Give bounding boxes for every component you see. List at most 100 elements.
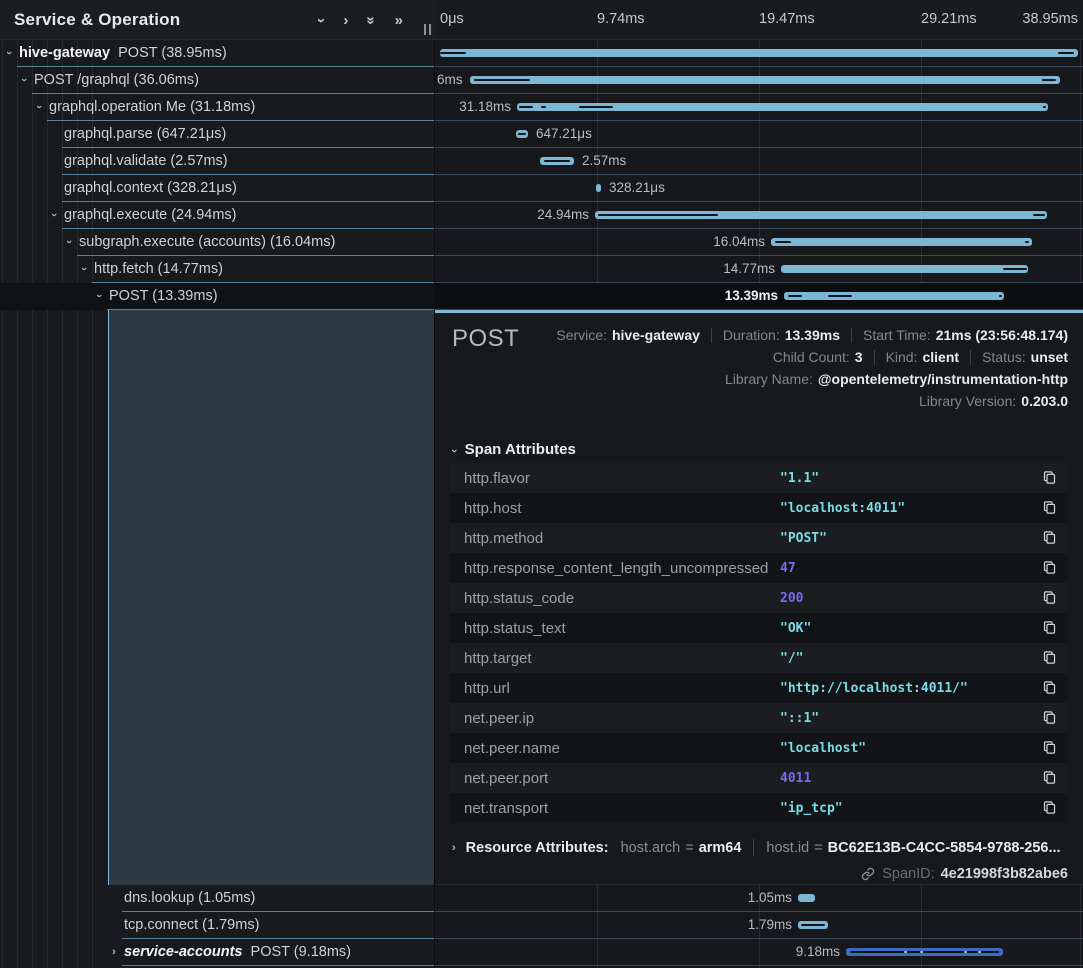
span-bar[interactable] <box>784 292 1004 300</box>
attribute-value: "http://localhost:4011/" <box>780 681 968 696</box>
attribute-row: http.url "http://localhost:4011/" <box>450 673 1068 703</box>
attribute-row: http.flavor"1.1" <box>450 463 1068 493</box>
span-tree-row[interactable]: › POST /graphql (36.06ms) <box>0 67 435 94</box>
span-name-label: tcp.connect (1.79ms) <box>124 917 259 933</box>
attribute-key: http.url <box>464 680 510 697</box>
span-bar[interactable] <box>517 103 1048 111</box>
span-tree-row[interactable]: ›hive-gateway POST (38.95ms) <box>0 40 435 67</box>
span-tree-row[interactable]: ›POST (13.39ms) <box>0 283 435 310</box>
attribute-value: "localhost" <box>780 741 866 756</box>
span-tree-row[interactable]: › graphql.operation Me (31.18ms) <box>0 94 435 121</box>
chevron-down-icon[interactable]: › <box>33 100 45 114</box>
span-bar[interactable] <box>798 921 828 929</box>
span-tree-row[interactable]: ›graphql.execute (24.94ms) <box>0 202 435 229</box>
attribute-key: net.peer.port <box>464 770 548 787</box>
copy-icon[interactable] <box>1042 800 1058 816</box>
copy-icon[interactable] <box>1042 650 1058 666</box>
span-name-label: graphql.context (328.21μs) <box>64 180 237 196</box>
attribute-row: http.status_text"OK" <box>450 613 1068 643</box>
span-attributes-toggle[interactable]: ›Span Attributes <box>452 441 576 458</box>
collapse-all-icon[interactable]: » <box>364 16 379 24</box>
timeline-row[interactable]: 1.79ms <box>435 912 1083 939</box>
meta-value: 3 <box>855 349 863 365</box>
timeline-row[interactable]: 328.21μs <box>435 175 1083 202</box>
timeline-row[interactable]: 31.18ms <box>435 94 1083 121</box>
attribute-key: net.peer.ip <box>464 710 534 727</box>
copy-icon[interactable] <box>1042 470 1058 486</box>
attribute-row: http.host"localhost:4011" <box>450 493 1068 523</box>
span-bar[interactable] <box>596 184 601 192</box>
chevron-down-icon[interactable]: › <box>18 73 30 87</box>
timeline-row[interactable]: 13.39ms <box>435 283 1083 310</box>
copy-icon[interactable] <box>1042 740 1058 756</box>
timeline-tick: 38.95ms <box>1022 11 1078 27</box>
copy-icon[interactable] <box>1042 500 1058 516</box>
copy-icon[interactable] <box>1042 680 1058 696</box>
timeline-row[interactable]: 2.57ms <box>435 148 1083 175</box>
timeline-header: 0μs9.74ms19.47ms29.21ms38.95ms <box>435 0 1083 40</box>
timeline-row[interactable]: 1.05ms <box>435 885 1083 912</box>
span-name-label: service-accounts POST (9.18ms) <box>124 944 351 960</box>
attribute-row: http.response_content_length_uncompresse… <box>450 553 1068 583</box>
copy-icon[interactable] <box>1042 620 1058 636</box>
attribute-key: http.target <box>464 650 532 667</box>
span-name-label: POST /graphql (36.06ms) <box>34 72 199 88</box>
resource-attributes-title: Resource Attributes: <box>466 840 609 856</box>
chevron-right-icon[interactable]: › <box>107 946 121 958</box>
meta-value: hive-gateway <box>612 327 700 343</box>
span-tree-row[interactable]: graphql.context (328.21μs) <box>0 175 435 202</box>
span-tree-row[interactable]: graphql.validate (2.57ms) <box>0 148 435 175</box>
attribute-row: net.peer.ip"::1" <box>450 703 1068 733</box>
attribute-row: net.transport"ip_tcp" <box>450 793 1068 823</box>
span-bar[interactable] <box>846 948 1003 956</box>
copy-icon[interactable] <box>1042 770 1058 786</box>
timeline-row[interactable]: 24.94ms <box>435 202 1083 229</box>
chevron-down-icon[interactable]: › <box>78 262 90 276</box>
span-bar[interactable] <box>595 211 1047 219</box>
span-duration-label: 13.39ms <box>725 288 778 303</box>
span-name-label: dns.lookup (1.05ms) <box>124 890 255 906</box>
chevron-down-icon[interactable]: › <box>93 289 105 303</box>
span-id-label: SpanID: <box>882 866 934 882</box>
span-bar[interactable] <box>516 130 528 138</box>
span-bar[interactable] <box>781 265 1028 273</box>
span-bar[interactable] <box>771 238 1032 246</box>
span-tree-row[interactable]: graphql.parse (647.21μs) <box>0 121 435 148</box>
timeline-row[interactable]: 16.04ms <box>435 229 1083 256</box>
timeline-row[interactable] <box>435 40 1083 67</box>
resource-attributes-toggle[interactable]: › Resource Attributes: host.arch=arm64ho… <box>452 839 1061 856</box>
span-name-label: graphql.validate (2.57ms) <box>64 153 228 169</box>
timeline-row[interactable]: 14.77ms <box>435 256 1083 283</box>
span-name-label: graphql.operation Me (31.18ms) <box>49 99 255 115</box>
tree-panel-header: Service & Operation › › » » <box>0 0 435 40</box>
span-bar[interactable] <box>470 76 1060 84</box>
timeline-row[interactable]: 6ms <box>435 67 1083 94</box>
meta-value: @opentelemetry/instrumentation-http <box>818 371 1068 387</box>
span-tree-row[interactable]: tcp.connect (1.79ms) <box>0 912 435 939</box>
span-tree-row[interactable]: ›service-accounts POST (9.18ms) <box>0 939 435 966</box>
collapse-one-icon[interactable]: › <box>314 18 329 23</box>
span-bar[interactable] <box>798 894 815 902</box>
panel-resize-handle[interactable] <box>424 24 431 35</box>
meta-value: 13.39ms <box>785 327 840 343</box>
copy-icon[interactable] <box>1042 590 1058 606</box>
span-tree-row[interactable]: ›http.fetch (14.77ms) <box>0 256 435 283</box>
span-tree-row[interactable]: dns.lookup (1.05ms) <box>0 885 435 912</box>
copy-icon[interactable] <box>1042 530 1058 546</box>
span-id-row: SpanID: 4e21998f3b82abe6 <box>861 866 1068 882</box>
copy-icon[interactable] <box>1042 710 1058 726</box>
chevron-down-icon[interactable]: › <box>48 208 60 222</box>
span-bar[interactable] <box>540 157 574 165</box>
timeline-row[interactable]: 647.21μs <box>435 121 1083 148</box>
expand-one-icon[interactable]: › <box>343 13 348 28</box>
meta-value: unset <box>1031 349 1068 365</box>
link-icon <box>861 867 875 881</box>
chevron-down-icon[interactable]: › <box>3 46 15 60</box>
attribute-row: http.status_code200 <box>450 583 1068 613</box>
timeline-row[interactable]: 9.18ms <box>435 939 1083 966</box>
expand-all-icon[interactable]: » <box>395 13 403 28</box>
span-tree-row[interactable]: ›subgraph.execute (accounts) (16.04ms) <box>0 229 435 256</box>
copy-icon[interactable] <box>1042 560 1058 576</box>
span-bar[interactable] <box>440 49 1078 57</box>
chevron-down-icon[interactable]: › <box>63 235 75 249</box>
